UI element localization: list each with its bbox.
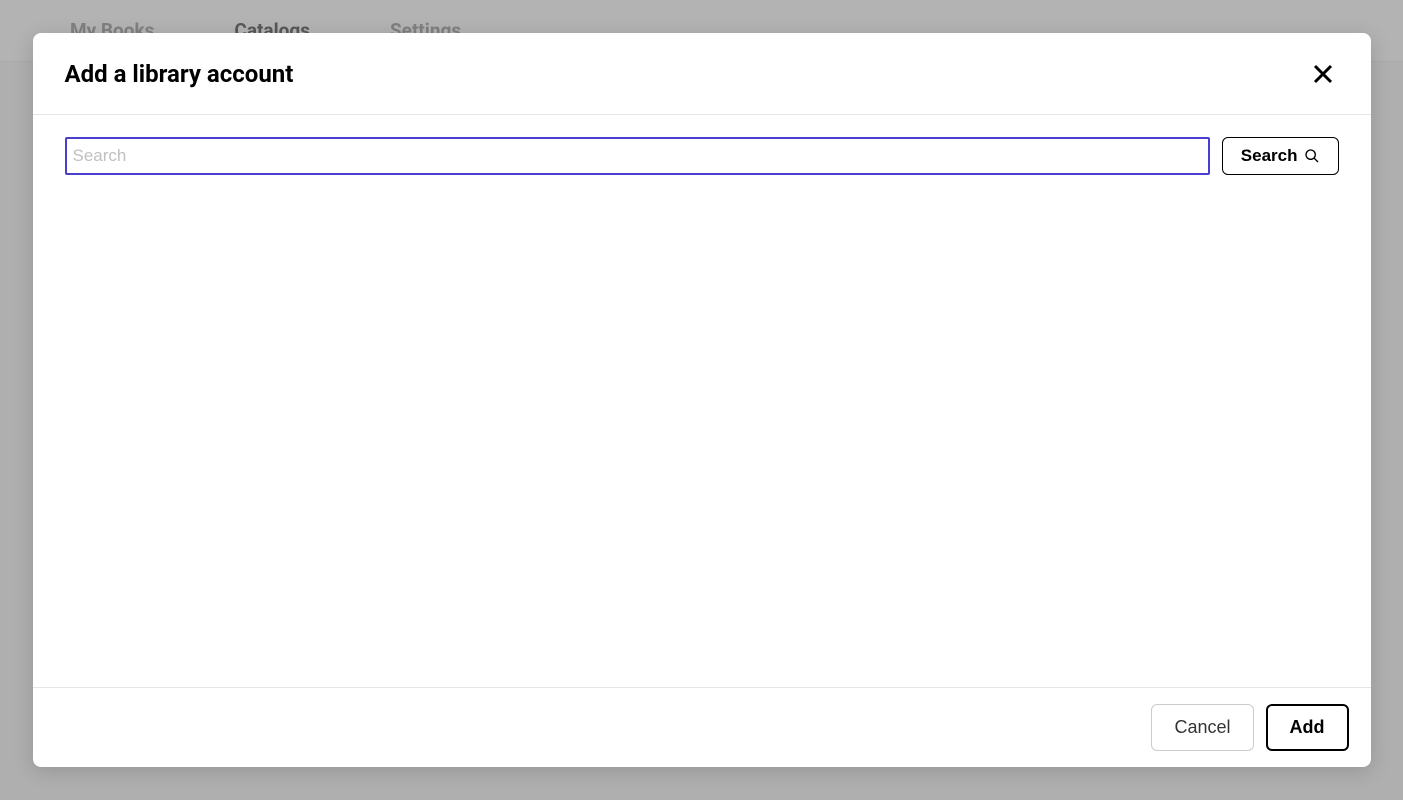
modal-title: Add a library account (65, 60, 294, 88)
search-input[interactable] (65, 137, 1210, 175)
modal-header: Add a library account (33, 33, 1371, 115)
search-button-label: Search (1241, 146, 1298, 166)
close-button[interactable] (1307, 58, 1339, 90)
cancel-button[interactable]: Cancel (1151, 704, 1253, 751)
add-button[interactable]: Add (1266, 704, 1349, 751)
search-icon (1304, 148, 1320, 164)
add-library-modal: Add a library account Search Cancel Add (33, 33, 1371, 767)
modal-footer: Cancel Add (33, 687, 1371, 767)
search-button[interactable]: Search (1222, 137, 1339, 175)
modal-overlay: Add a library account Search Cancel Add (0, 0, 1403, 800)
close-icon (1311, 62, 1335, 86)
modal-body: Search (33, 115, 1371, 687)
